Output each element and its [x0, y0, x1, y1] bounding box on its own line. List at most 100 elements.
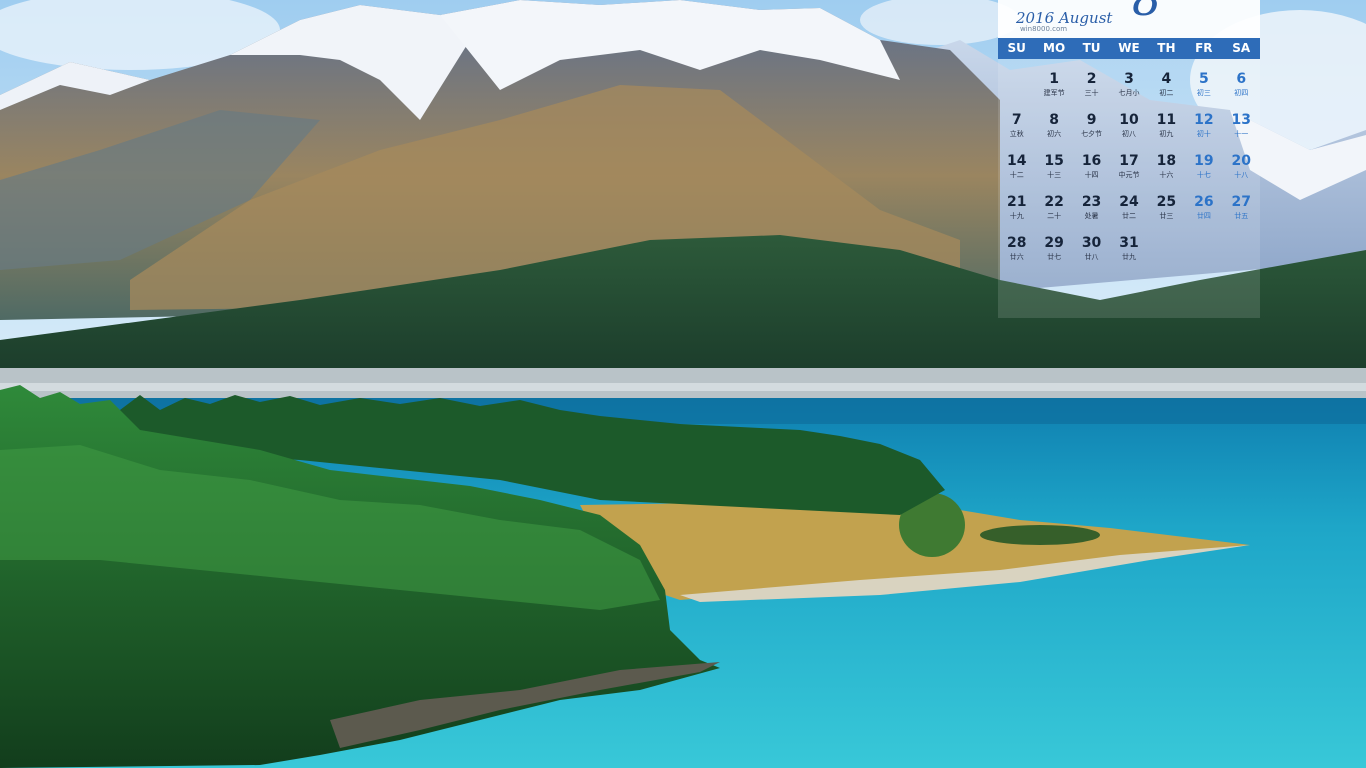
calendar-lunar-date: 十四	[1084, 171, 1099, 179]
calendar-day-cell: 15 十三	[1035, 152, 1072, 193]
calendar-lunar-date: 廿七	[1047, 253, 1062, 261]
calendar-day-cell: 11 初九	[1148, 111, 1185, 152]
calendar-day-number: 31	[1119, 235, 1139, 251]
calendar-month-number: 8	[1132, 0, 1161, 22]
calendar-day-number: 13	[1231, 112, 1252, 128]
weekday-label: FR	[1195, 41, 1213, 55]
calendar-widget: 2016 August win8000.com 8 SU MO TU WE TH FR SA…	[998, 0, 1260, 318]
calendar-lunar-date: 廿四	[1196, 212, 1211, 220]
calendar-day-number: 5	[1198, 71, 1209, 87]
calendar-day-number: 27	[1231, 194, 1252, 210]
calendar-lunar-date: 十六	[1159, 171, 1174, 179]
calendar-day-cell: 25 廿三	[1148, 193, 1185, 234]
calendar-lunar-date: 初八	[1121, 130, 1136, 138]
calendar-day-number: 4	[1161, 71, 1172, 87]
calendar-day-number: 12	[1194, 112, 1214, 128]
calendar-day-cell: 12 初十	[1185, 111, 1222, 152]
calendar-day-number: 14	[1006, 153, 1027, 169]
calendar-header-band: 2016 August win8000.com 8	[998, 0, 1260, 38]
calendar-day-number: 29	[1044, 235, 1064, 251]
calendar-day-cell: 23 处暑	[1073, 193, 1110, 234]
calendar-day-number: 7	[1011, 112, 1022, 128]
calendar-lunar-date: 中元节	[1118, 171, 1140, 179]
calendar-day-number: 22	[1044, 194, 1064, 210]
calendar-day-number: 28	[1006, 235, 1027, 251]
calendar-day-grid: 1 建军节 2 三十 3 七月小 4 初二 5 初三 6 初四 7 立秋 8 初六 9 七夕节 10 初八 11 初九 12…	[998, 70, 1260, 275]
calendar-day-cell: 1 建军节	[1035, 70, 1072, 111]
calendar-day-number: 23	[1081, 194, 1102, 210]
weekday-label: TH	[1157, 41, 1176, 55]
calendar-day-cell: 5 初三	[1185, 70, 1222, 111]
calendar-day-number: 16	[1081, 153, 1102, 169]
calendar-day-number: 30	[1081, 235, 1102, 251]
calendar-day-number: 9	[1086, 112, 1097, 128]
calendar-lunar-date: 三十	[1084, 89, 1099, 97]
calendar-lunar-date: 十一	[1234, 130, 1249, 138]
calendar-lunar-date: 建军节	[1043, 89, 1065, 97]
calendar-empty-cell	[998, 70, 1035, 111]
calendar-day-cell: 26 廿四	[1185, 193, 1222, 234]
calendar-day-number: 6	[1236, 71, 1247, 87]
calendar-day-cell: 14 十二	[998, 152, 1035, 193]
calendar-day-cell: 20 十八	[1223, 152, 1260, 193]
calendar-day-cell: 27 廿五	[1223, 193, 1260, 234]
calendar-day-cell: 29 廿七	[1035, 234, 1072, 275]
weekday-label: SU	[1007, 41, 1026, 55]
calendar-lunar-date: 七夕节	[1081, 130, 1103, 138]
calendar-lunar-date: 廿九	[1121, 253, 1136, 261]
calendar-day-cell: 17 中元节	[1110, 152, 1147, 193]
calendar-day-cell: 3 七月小	[1110, 70, 1147, 111]
calendar-weekday-row: SU MO TU WE TH FR SA	[998, 38, 1260, 59]
calendar-day-cell: 8 初六	[1035, 111, 1072, 152]
calendar-lunar-date: 廿二	[1121, 212, 1136, 220]
calendar-day-number: 11	[1156, 112, 1177, 128]
calendar-day-cell: 16 十四	[1073, 152, 1110, 193]
calendar-day-number: 8	[1049, 112, 1059, 128]
calendar-lunar-date: 十八	[1234, 171, 1249, 179]
calendar-day-cell: 18 十六	[1148, 152, 1185, 193]
calendar-site-watermark: win8000.com	[1020, 25, 1068, 33]
calendar-lunar-date: 立秋	[1009, 130, 1024, 138]
calendar-lunar-date: 十三	[1047, 171, 1062, 179]
calendar-day-number: 24	[1119, 194, 1139, 210]
calendar-lunar-date: 十九	[1009, 212, 1024, 220]
calendar-lunar-date: 初三	[1196, 89, 1211, 97]
weekday-label: WE	[1118, 41, 1140, 55]
calendar-day-number: 15	[1044, 153, 1064, 169]
calendar-lunar-date: 廿八	[1084, 253, 1099, 261]
calendar-day-cell: 24 廿二	[1110, 193, 1147, 234]
calendar-day-cell: 9 七夕节	[1073, 111, 1110, 152]
calendar-day-cell: 2 三十	[1073, 70, 1110, 111]
calendar-day-cell: 4 初二	[1148, 70, 1185, 111]
calendar-lunar-date: 初六	[1047, 130, 1062, 138]
calendar-lunar-date: 初九	[1159, 130, 1174, 138]
calendar-day-number: 26	[1194, 194, 1214, 210]
calendar-lunar-date: 十二	[1009, 171, 1024, 179]
calendar-day-cell: 22 二十	[1035, 193, 1072, 234]
calendar-day-number: 19	[1194, 153, 1214, 169]
calendar-day-number: 1	[1049, 71, 1059, 87]
calendar-day-number: 2	[1086, 71, 1097, 87]
weekday-label: MO	[1043, 41, 1066, 55]
calendar-lunar-date: 七月小	[1118, 89, 1140, 97]
weekday-label: TU	[1082, 41, 1101, 55]
calendar-lunar-date: 廿五	[1234, 212, 1249, 220]
calendar-day-number: 20	[1231, 153, 1252, 169]
calendar-lunar-date: 二十	[1047, 212, 1062, 220]
calendar-day-number: 18	[1156, 153, 1177, 169]
calendar-day-cell: 19 十七	[1185, 152, 1222, 193]
calendar-day-number: 3	[1124, 71, 1134, 87]
calendar-lunar-date: 廿六	[1009, 253, 1024, 261]
calendar-lunar-date: 廿三	[1159, 212, 1174, 220]
calendar-day-number: 21	[1006, 194, 1027, 210]
calendar-day-cell: 21 十九	[998, 193, 1035, 234]
calendar-lunar-date: 处暑	[1084, 212, 1099, 220]
calendar-day-cell: 28 廿六	[998, 234, 1035, 275]
calendar-day-cell: 31 廿九	[1110, 234, 1147, 275]
calendar-day-cell: 13 十一	[1223, 111, 1260, 152]
calendar-lunar-date: 初二	[1159, 89, 1174, 97]
calendar-lunar-date: 初四	[1234, 89, 1249, 97]
calendar-lunar-date: 十七	[1196, 171, 1211, 179]
calendar-day-number: 25	[1156, 194, 1177, 210]
calendar-day-number: 10	[1119, 112, 1139, 128]
